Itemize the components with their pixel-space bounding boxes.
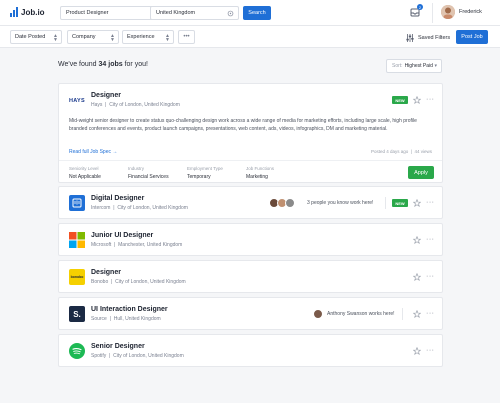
sort-dropdown[interactable]: Sort: Highest Paid ▾ [386, 59, 442, 73]
star-icon[interactable] [413, 273, 421, 281]
job-meta: Intercom | City of London, United Kingdo… [91, 205, 188, 211]
sort-value: Highest Paid [404, 63, 433, 69]
source-logo: S. [69, 306, 85, 322]
sort-arrows-icon: ▲ ▼ [110, 33, 115, 43]
more-options-icon[interactable]: ··· [426, 236, 435, 243]
job-card[interactable]: Digital Designer Intercom | City of Lond… [58, 186, 443, 219]
notification-badge: 2 [417, 4, 423, 10]
industry-attribute: Industry Financial Services [128, 166, 169, 180]
job-title[interactable]: Senior Designer [91, 343, 145, 350]
divider [402, 308, 403, 320]
divider [432, 3, 433, 23]
top-bar: Job.io Search 2 Frederick [0, 0, 500, 26]
divider [385, 197, 386, 209]
chevron-down-icon: ▾ [434, 63, 437, 69]
experience-dropdown[interactable]: Experience ▲ ▼ [122, 30, 174, 44]
star-icon[interactable] [413, 236, 421, 244]
job-meta: Microsoft | Manchester, United Kingdom [91, 242, 183, 248]
more-options-icon[interactable]: ··· [426, 310, 435, 317]
employment-type-attribute: Employment Type Temporary [187, 166, 223, 180]
sort-arrows-icon: ▲ ▼ [53, 33, 58, 43]
job-title[interactable]: Junior UI Designer [91, 232, 153, 239]
seniority-attribute: Seniority Level Not Applicable [69, 166, 101, 180]
results-summary: We've found 34 jobs for you! [58, 61, 148, 68]
location-search-field[interactable] [150, 6, 239, 20]
saved-filters-label: Saved Filters [418, 35, 451, 41]
results-count: 34 jobs [98, 61, 123, 68]
job-card[interactable]: S. UI Interaction Designer Source | Hull… [58, 297, 443, 330]
filter-bar: Date Posted ▲ ▼ Company ▲ ▼ Experience ▲ ▼ … [0, 26, 500, 48]
star-icon[interactable] [413, 310, 421, 318]
apply-button[interactable]: Apply [408, 166, 434, 179]
locate-icon[interactable] [227, 10, 234, 17]
location-input[interactable] [156, 10, 233, 16]
divider [59, 160, 442, 161]
star-icon[interactable] [413, 347, 421, 355]
user-name[interactable]: Frederick [459, 9, 482, 15]
company-label: Company [72, 34, 96, 40]
more-filters-button[interactable]: ••• [178, 30, 195, 44]
more-options-icon[interactable]: ··· [426, 199, 435, 206]
sort-arrows-icon: ▲ ▼ [165, 33, 170, 43]
brand-name: Job.io [21, 7, 45, 17]
more-options-icon[interactable]: ··· [426, 273, 435, 280]
job-title[interactable]: Digital Designer [91, 195, 144, 202]
job-meta: Hays | City of London, United Kingdom [91, 102, 180, 108]
posted-info: Posted 4 days ago | 44 views [371, 149, 432, 154]
sliders-icon [406, 34, 414, 42]
date-posted-label: Date Posted [15, 34, 46, 40]
connections-text[interactable]: 3 people you know work here! [307, 200, 373, 206]
microsoft-logo [69, 232, 85, 248]
new-badge: NEW [392, 96, 408, 104]
connections-avatars [269, 198, 295, 208]
job-meta: Spotify | City of London, United Kingdom [91, 353, 184, 359]
connections-text[interactable]: Anthony Swanson works here! [327, 311, 395, 317]
spotify-logo [69, 343, 85, 359]
job-title[interactable]: Designer [91, 92, 121, 99]
hays-logo: HAYS [69, 93, 85, 109]
post-job-button[interactable]: Post Job [456, 30, 488, 44]
job-title[interactable]: UI Interaction Designer [91, 306, 168, 313]
featured-job-card[interactable]: HAYS Designer Hays | City of London, Uni… [58, 83, 443, 183]
saved-filters-button[interactable]: Saved Filters [406, 34, 450, 42]
new-badge: NEW [392, 199, 408, 207]
bonobo-logo: bonobo [69, 269, 85, 285]
more-options-icon[interactable]: ··· [426, 347, 435, 354]
user-avatar[interactable] [441, 5, 455, 19]
read-job-spec-link[interactable]: Read full Job Spec → [69, 149, 117, 155]
job-description: Mid-weight senior designer to create sta… [69, 118, 417, 132]
experience-label: Experience [127, 34, 155, 40]
search-button[interactable]: Search [243, 6, 271, 20]
star-icon[interactable] [413, 96, 421, 104]
job-functions-attribute: Job Functions Marketing [246, 166, 275, 180]
brand-logo[interactable]: Job.io [10, 7, 45, 17]
intercom-logo [69, 195, 85, 211]
star-icon[interactable] [413, 199, 421, 207]
job-meta: Source | Hull, United Kingdom [91, 316, 161, 322]
user-photo [441, 5, 455, 19]
job-card[interactable]: bonobo Designer Bonobo | City of London,… [58, 260, 443, 293]
date-posted-dropdown[interactable]: Date Posted ▲ ▼ [10, 30, 62, 44]
job-card[interactable]: Senior Designer Spotify | City of London… [58, 334, 443, 367]
job-card[interactable]: Junior UI Designer Microsoft | Mancheste… [58, 223, 443, 256]
job-meta: Bonobo | City of London, United Kingdom [91, 279, 186, 285]
sort-label: Sort: [392, 63, 403, 69]
bar-chart-icon [10, 7, 18, 17]
company-dropdown[interactable]: Company ▲ ▼ [67, 30, 119, 44]
job-title[interactable]: Designer [91, 269, 121, 276]
more-options-icon[interactable]: ··· [426, 96, 435, 103]
connections-avatars [313, 309, 323, 319]
